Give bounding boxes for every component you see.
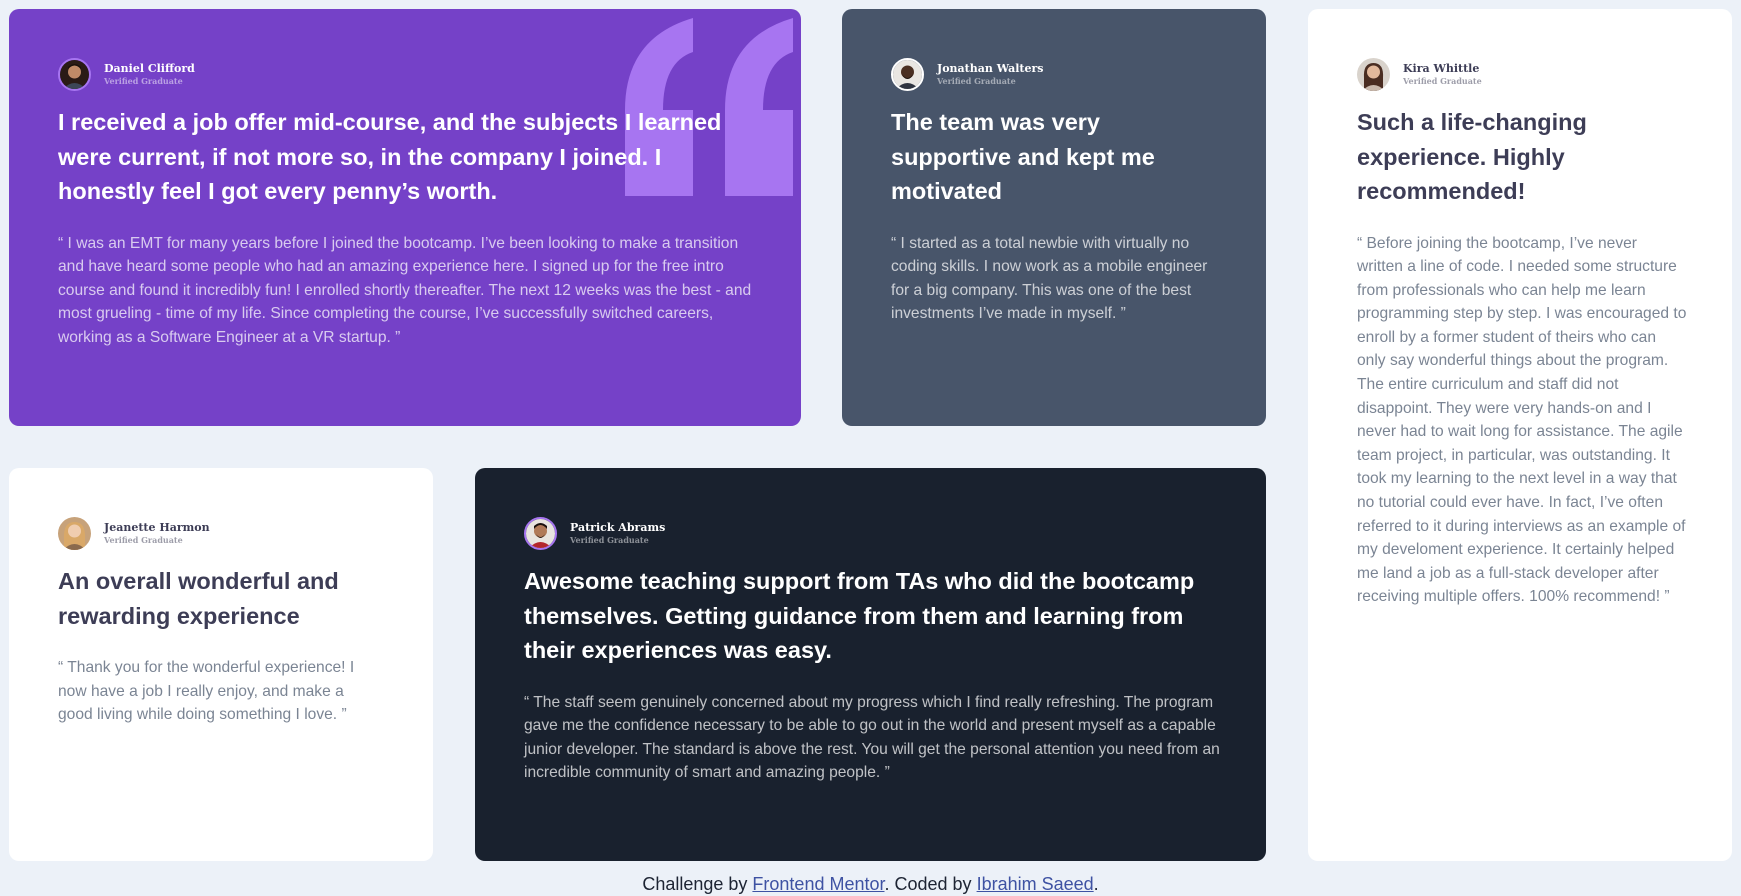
author-role: Verified Graduate xyxy=(104,534,183,545)
author-info: Jeanette Harmon Verified Graduate xyxy=(58,516,384,550)
author-info: Patrick Abrams Verified Graduate xyxy=(524,516,1217,550)
avatar xyxy=(58,516,91,550)
testimonial-headline: Such a life-changing experience. Highly … xyxy=(1357,109,1587,204)
testimonial-body: “ Before joining the bootcamp, I’ve neve… xyxy=(1357,234,1687,606)
author-name: Jonathan Walters xyxy=(937,61,1044,75)
author-info: Kira Whittle Verified Graduate xyxy=(1357,57,1683,91)
author-name: Patrick Abrams xyxy=(570,520,666,534)
testimonial-body: “ I was an EMT for many years before I j… xyxy=(58,234,752,346)
testimonial-headline: Awesome teaching support from TAs who di… xyxy=(524,568,1195,663)
author-name: Daniel Clifford xyxy=(104,61,195,75)
testimonial-card-daniel: Daniel Clifford Verified Graduate I rece… xyxy=(9,9,801,426)
testimonial-card-jeanette: Jeanette Harmon Verified Graduate An ove… xyxy=(9,468,433,861)
testimonial-headline: An overall wonderful and rewarding exper… xyxy=(58,568,339,629)
attribution-suffix: . xyxy=(1093,874,1099,894)
attribution-prefix: Challenge by xyxy=(642,874,748,894)
author-info: Jonathan Walters Verified Graduate xyxy=(891,57,1217,91)
author-role: Verified Graduate xyxy=(937,75,1016,86)
testimonial-card-kira: Kira Whittle Verified Graduate Such a li… xyxy=(1308,9,1732,861)
testimonial-body: “ The staff seem genuinely concerned abo… xyxy=(524,693,1220,782)
testimonial-body: “ I started as a total newbie with virtu… xyxy=(891,234,1208,323)
avatar xyxy=(524,516,557,550)
author-link[interactable]: Ibrahim Saeed xyxy=(977,874,1094,894)
author-role: Verified Graduate xyxy=(104,75,183,86)
testimonial-card-patrick: Patrick Abrams Verified Graduate Awesome… xyxy=(475,468,1266,861)
attribution-middle: . Coded by xyxy=(884,874,972,894)
avatar xyxy=(1357,57,1390,91)
frontend-mentor-link[interactable]: Frontend Mentor xyxy=(752,874,884,894)
author-role: Verified Graduate xyxy=(1403,75,1482,86)
testimonial-card-jonathan: Jonathan Walters Verified Graduate The t… xyxy=(842,9,1266,426)
author-role: Verified Graduate xyxy=(570,534,649,545)
author-name: Kira Whittle xyxy=(1403,61,1480,75)
author-info: Daniel Clifford Verified Graduate xyxy=(58,57,752,91)
attribution: Challenge by Frontend Mentor. Coded by I… xyxy=(0,873,1741,895)
author-name: Jeanette Harmon xyxy=(104,520,210,534)
avatar xyxy=(891,57,924,91)
testimonial-headline: I received a job offer mid-course, and t… xyxy=(58,109,722,204)
testimonial-body: “ Thank you for the wonderful experience… xyxy=(58,659,355,724)
avatar xyxy=(58,57,91,91)
testimonial-headline: The team was very supportive and kept me… xyxy=(891,109,1155,204)
